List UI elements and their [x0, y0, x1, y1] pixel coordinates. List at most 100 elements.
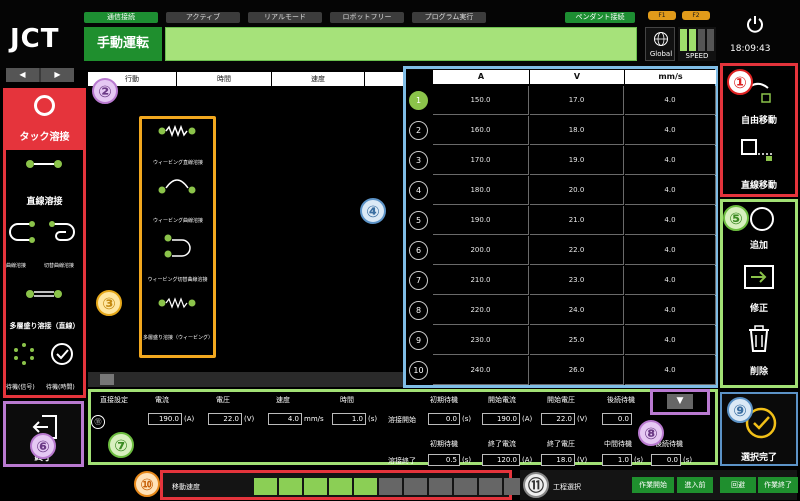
back-wait-field[interactable]: 0.0 — [602, 413, 632, 425]
table-cell[interactable]: 25.0 — [530, 326, 624, 355]
table-cell[interactable]: 210.0 — [433, 266, 529, 295]
col-time: 時間 — [177, 72, 271, 86]
linear-move-icon[interactable] — [740, 138, 778, 162]
start-current-field[interactable]: 190.0 — [482, 413, 520, 425]
table-head-speed: mm/s — [625, 70, 716, 84]
after-wait-field[interactable]: 0.0 — [651, 454, 681, 466]
table-cell[interactable]: 23.0 — [530, 266, 624, 295]
trash-icon[interactable] — [747, 325, 771, 353]
wait-time-icon[interactable] — [50, 342, 74, 366]
weaving-curve-icon[interactable] — [158, 176, 196, 194]
table-cell[interactable]: 19.0 — [530, 146, 624, 175]
table-cell[interactable]: 24.0 — [530, 296, 624, 325]
speed-segment[interactable] — [354, 478, 377, 495]
add-label[interactable]: 追加 — [720, 238, 798, 251]
table-head-v: V — [530, 70, 624, 84]
table-cell[interactable]: 160.0 — [433, 116, 529, 145]
scroll-thumb[interactable] — [100, 374, 114, 385]
current-field[interactable]: 190.0 — [148, 413, 182, 425]
modify-label[interactable]: 修正 — [720, 301, 798, 314]
row-number[interactable]: 1 — [405, 86, 433, 115]
table-cell[interactable]: 180.0 — [433, 176, 529, 205]
linear-move-label[interactable]: 直線移動 — [720, 178, 798, 191]
delete-label[interactable]: 削除 — [720, 364, 798, 377]
switch-curve-weld-icon[interactable] — [48, 220, 78, 244]
table-cell[interactable]: 20.0 — [530, 176, 624, 205]
table-cell[interactable]: 4.0 — [625, 116, 716, 145]
table-cell[interactable]: 240.0 — [433, 356, 529, 385]
power-icon[interactable] — [745, 14, 765, 34]
table-cell[interactable]: 26.0 — [530, 356, 624, 385]
table-cell[interactable]: 21.0 — [530, 206, 624, 235]
work-start-button[interactable]: 作業開始 — [632, 477, 674, 493]
speed-segment[interactable] — [304, 478, 327, 495]
row-number[interactable]: 8 — [405, 296, 433, 325]
add-icon[interactable] — [748, 205, 776, 233]
linear-weld-icon[interactable] — [25, 158, 63, 170]
free-move-label[interactable]: 自由移動 — [720, 113, 798, 126]
curve-weld-icon[interactable] — [8, 220, 38, 244]
weaving-switch-curve-icon[interactable] — [162, 234, 192, 258]
table-cell[interactable]: 4.0 — [625, 296, 716, 325]
work-end-button[interactable]: 作業終了 — [758, 477, 798, 493]
init-wait-field[interactable]: 0.0 — [428, 413, 460, 425]
table-cell[interactable]: 4.0 — [625, 236, 716, 265]
row-number[interactable]: 7 — [405, 266, 433, 295]
table-cell[interactable]: 18.0 — [530, 116, 624, 145]
table-cell[interactable]: 4.0 — [625, 356, 716, 385]
speed-segment[interactable] — [454, 478, 477, 495]
row-number[interactable]: 10 — [405, 356, 433, 385]
row-number[interactable]: 6 — [405, 236, 433, 265]
table-cell[interactable]: 22.0 — [530, 236, 624, 265]
speed-segment[interactable] — [329, 478, 352, 495]
table-cell[interactable]: 230.0 — [433, 326, 529, 355]
table-cell[interactable]: 4.0 — [625, 86, 716, 115]
start-voltage-field[interactable]: 22.0 — [541, 413, 575, 425]
row-number[interactable]: 9 — [405, 326, 433, 355]
wait-signal-icon[interactable] — [12, 342, 36, 366]
time-field[interactable]: 1.0 — [332, 413, 366, 425]
linear-weld-label[interactable]: 直線溶接 — [3, 194, 86, 207]
table-cell[interactable]: 4.0 — [625, 326, 716, 355]
manual-mode-button[interactable]: 手動運転 — [84, 27, 162, 61]
tack-weld-button[interactable]: タック溶接 — [3, 88, 86, 150]
mid-wait-field[interactable]: 1.0 — [602, 454, 632, 466]
speed-segment[interactable] — [379, 478, 402, 495]
table-cell[interactable]: 200.0 — [433, 236, 529, 265]
table-cell[interactable]: 4.0 — [625, 266, 716, 295]
avoid-button[interactable]: 回避 — [720, 477, 756, 493]
speed-segment[interactable] — [404, 478, 427, 495]
weaving-multilayer-icon[interactable] — [158, 296, 196, 310]
prev-arrow-icon[interactable]: ◀ — [6, 68, 39, 82]
table-cell[interactable]: 4.0 — [625, 206, 716, 235]
init-wait2-field[interactable]: 0.5 — [428, 454, 460, 466]
table-cell[interactable]: 4.0 — [625, 176, 716, 205]
program-list-area[interactable] — [88, 70, 403, 388]
speed-segment[interactable] — [279, 478, 302, 495]
speed-segment[interactable] — [479, 478, 502, 495]
table-cell[interactable]: 190.0 — [433, 206, 529, 235]
speed-segment[interactable] — [429, 478, 452, 495]
row-number[interactable]: 4 — [405, 176, 433, 205]
horizontal-scrollbar[interactable] — [88, 372, 403, 387]
modify-icon[interactable] — [743, 264, 775, 290]
weaving-linear-icon[interactable] — [158, 125, 196, 137]
row-number[interactable]: 5 — [405, 206, 433, 235]
end-voltage-field[interactable]: 18.0 — [541, 454, 575, 466]
next-arrow-icon[interactable]: ▶ — [41, 68, 74, 82]
table-cell[interactable]: 220.0 — [433, 296, 529, 325]
row-number[interactable]: 3 — [405, 146, 433, 175]
global-coordinate-button[interactable]: Global — [645, 27, 675, 61]
expand-settings-button[interactable]: ▼ — [650, 389, 710, 415]
table-cell[interactable]: 170.0 — [433, 146, 529, 175]
table-cell[interactable]: 150.0 — [433, 86, 529, 115]
speed-field[interactable]: 4.0 — [268, 413, 302, 425]
table-cell[interactable]: 17.0 — [530, 86, 624, 115]
multilayer-weld-icon[interactable] — [25, 288, 63, 300]
speed-segment[interactable] — [254, 478, 277, 495]
pre-entry-button[interactable]: 進入前 — [677, 477, 713, 493]
end-current-field[interactable]: 120.0 — [482, 454, 520, 466]
voltage-field[interactable]: 22.0 — [208, 413, 242, 425]
table-cell[interactable]: 4.0 — [625, 146, 716, 175]
row-number[interactable]: 2 — [405, 116, 433, 145]
